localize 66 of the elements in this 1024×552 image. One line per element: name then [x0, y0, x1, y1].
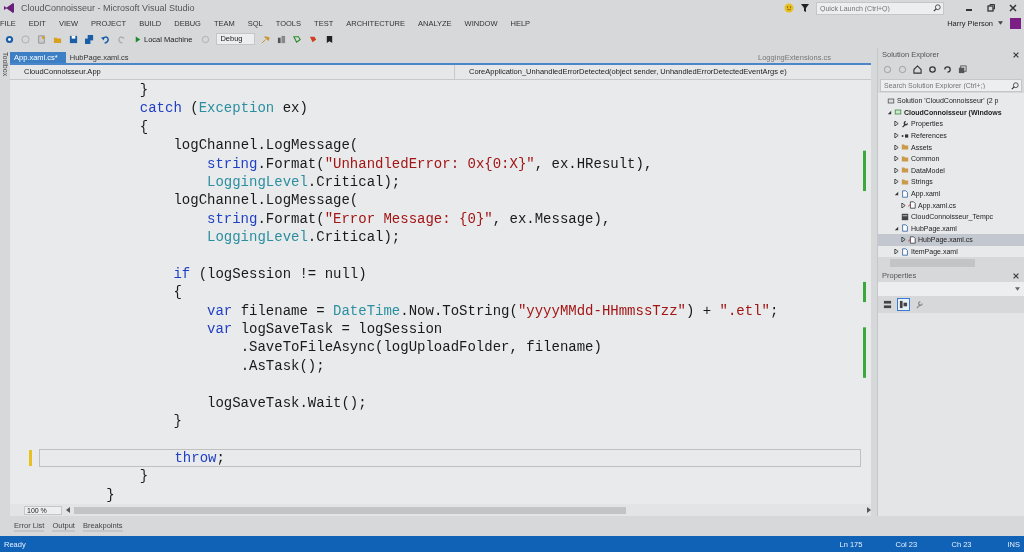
code-line: } — [173, 413, 182, 430]
caret-icon — [1015, 287, 1020, 292]
template-icon — [901, 212, 909, 221]
home-icon[interactable] — [912, 64, 923, 75]
collapse-icon[interactable] — [957, 64, 968, 75]
filter-icon[interactable] — [800, 3, 810, 13]
expanded-icon[interactable] — [894, 225, 899, 231]
references-icon — [901, 131, 909, 140]
code-line: .SaveToFileAsync(logUploadFolder, filename) — [240, 339, 602, 356]
collapsed-icon[interactable] — [901, 237, 906, 243]
code-line: } — [106, 486, 115, 503]
flag-icon[interactable] — [292, 33, 304, 45]
code-line: } — [139, 468, 149, 485]
code-line: string.Format("Error Message: {0}", ex.Message), — [207, 210, 611, 227]
scroll-left-icon[interactable] — [66, 507, 70, 513]
categorized-icon[interactable] — [882, 299, 893, 311]
code-line: .AsTask(); — [240, 357, 325, 374]
smiley-icon[interactable] — [784, 3, 794, 13]
collapsed-icon[interactable] — [894, 179, 899, 185]
code-line: if (logSession != null) — [173, 265, 367, 282]
collapsed-icon[interactable] — [894, 121, 899, 127]
play-icon — [135, 35, 141, 43]
close-icon[interactable] — [1008, 3, 1018, 13]
expanded-icon[interactable] — [894, 191, 899, 197]
search-icon — [1011, 81, 1019, 90]
project-icon — [894, 108, 902, 117]
file-icon — [901, 189, 909, 198]
code-line: LoggingLevel.Critical); — [207, 173, 401, 190]
code-line: } — [139, 82, 149, 98]
close-icon[interactable] — [1012, 271, 1020, 280]
code-line: var filename = DateTime.Now.ToString("yyyyMMdd-HHmmssTzz") + ".etl"; — [207, 302, 779, 319]
collapsed-icon[interactable] — [894, 167, 899, 173]
code-line: var logSaveTask = logSession — [207, 321, 443, 338]
search-icon — [933, 4, 941, 12]
file-icon — [901, 224, 909, 233]
code-line: string.Format("UnhandledError: 0x{0:X}", ex.HResult), — [207, 155, 653, 172]
code-line: logChannel.LogMessage( — [173, 192, 359, 209]
expanded-icon[interactable] — [887, 109, 892, 115]
solution-icon — [887, 96, 895, 105]
avatar[interactable] — [1010, 17, 1021, 29]
code-line: throw; — [174, 449, 225, 466]
close-icon[interactable] — [1012, 50, 1020, 59]
collapsed-icon[interactable] — [894, 133, 899, 139]
collapsed-icon[interactable] — [894, 156, 899, 162]
collapsed-icon[interactable] — [901, 202, 906, 208]
collapsed-icon[interactable] — [894, 249, 899, 254]
wrench-icon — [901, 120, 909, 128]
code-line: LoggingLevel.Critical); — [207, 229, 401, 246]
alphabetical-icon[interactable] — [897, 298, 910, 312]
scroll-right-icon[interactable] — [867, 507, 871, 513]
code-line: logSaveTask.Wait(); — [207, 394, 367, 411]
save-icon[interactable] — [68, 33, 79, 45]
code-line: logChannel.LogMessage( — [173, 137, 359, 154]
caret-icon[interactable] — [998, 21, 1003, 25]
code-file-icon — [908, 235, 916, 244]
app-logo-icon — [3, 2, 15, 14]
collapsed-icon[interactable] — [894, 144, 899, 150]
restore-icon[interactable] — [986, 3, 996, 13]
file-icon — [901, 247, 909, 256]
code-file-icon — [908, 201, 916, 210]
code-line: { — [173, 284, 182, 301]
code-line: { — [139, 118, 149, 135]
save-all-icon[interactable] — [84, 33, 95, 45]
undo-icon[interactable] — [100, 33, 111, 45]
code-line: catch (Exception ex) — [139, 100, 308, 117]
window-title: CloudConnoisseur - Microsoft Visual Studio — [21, 3, 195, 13]
